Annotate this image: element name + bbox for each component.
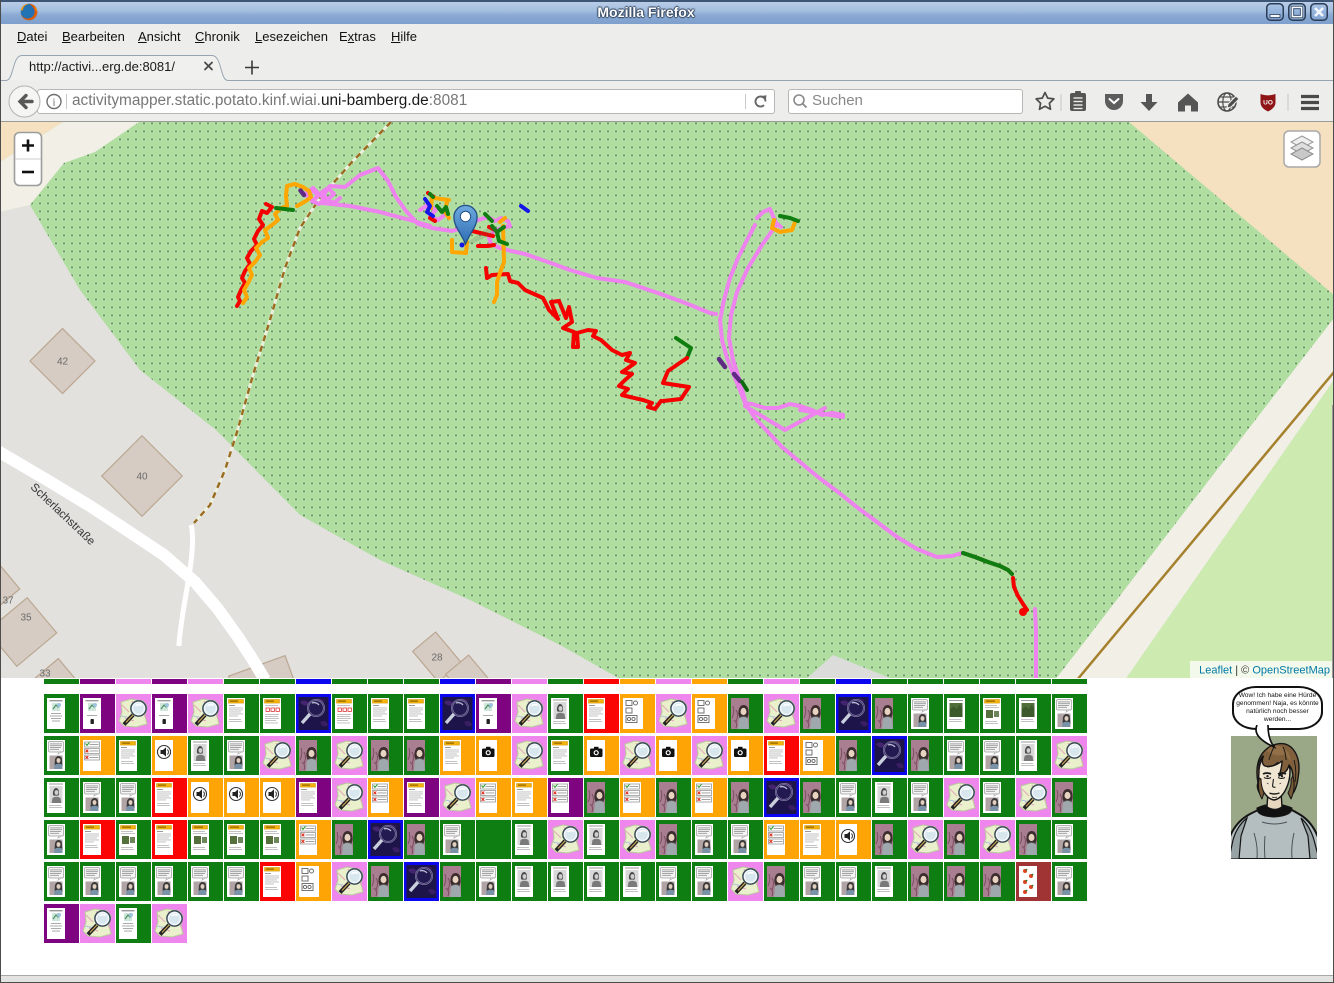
svg-text:UO: UO [1263, 100, 1273, 107]
svg-text:Leaflet | © OpenStreetMap: Leaflet | © OpenStreetMap [1199, 665, 1330, 677]
svg-text:40: 40 [136, 472, 148, 483]
svg-text:35: 35 [20, 613, 32, 624]
svg-text:http://activi...erg.de:8081/: http://activi...erg.de:8081/ [29, 59, 175, 74]
svg-text:33: 33 [39, 669, 51, 679]
svg-text:37: 37 [2, 596, 14, 607]
svg-text:42: 42 [57, 357, 69, 368]
svg-text:28: 28 [431, 653, 443, 664]
svg-text:i: i [52, 97, 55, 109]
